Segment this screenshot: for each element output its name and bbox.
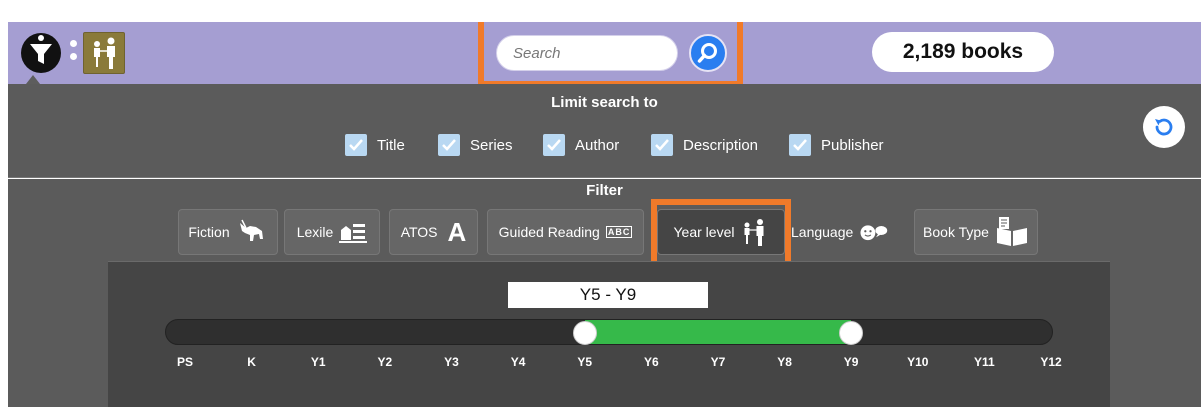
top-bar: 2,189 books: [8, 22, 1201, 87]
filter-title: Filter: [586, 182, 623, 199]
filter-guided-reading-label: Guided Reading: [498, 224, 600, 240]
year-tick-label: K: [247, 355, 256, 369]
filter-book-type-label: Book Type: [923, 224, 989, 240]
checkbox-author-label: Author: [575, 136, 620, 154]
reset-button[interactable]: [1143, 106, 1185, 148]
year-range-end-handle[interactable]: [839, 321, 864, 345]
year-range-start-handle[interactable]: [572, 321, 597, 345]
abc-blocks-icon: ABC: [605, 226, 633, 238]
year-tick-label: Y8: [777, 355, 792, 369]
checkbox-series[interactable]: Series: [438, 133, 513, 157]
year-range-track[interactable]: [165, 319, 1053, 345]
checkbox-title[interactable]: Title: [345, 133, 405, 157]
checkbox-publisher[interactable]: Publisher: [789, 133, 884, 157]
app-frame: 2,189 books Limit search to Title Series…: [8, 22, 1201, 407]
year-tick-label: Y6: [643, 355, 659, 369]
checkbox-description-label: Description: [683, 136, 759, 154]
filter-fiction-button[interactable]: Fiction: [178, 209, 278, 255]
filter-atos-button[interactable]: ATOS A: [389, 209, 478, 255]
limit-search-panel: Limit search to Title Series Author Desc…: [8, 84, 1201, 178]
year-tick-label: Y12: [1040, 355, 1062, 369]
year-tick-label: PS: [176, 355, 193, 369]
checkmark-icon: [789, 134, 811, 156]
filter-lexile-button[interactable]: Lexile: [284, 209, 380, 255]
refresh-icon: [1155, 118, 1173, 136]
year-tick-label: Y1: [310, 355, 326, 369]
menu-pointer-caret: [26, 75, 40, 84]
year-tick-label: Y4: [510, 355, 526, 369]
filter-funnel-logo-icon[interactable]: [18, 30, 64, 76]
filter-atos-label: ATOS: [400, 224, 438, 240]
open-book-icon: [996, 217, 1027, 246]
year-range-label: Y5 - Y9: [508, 282, 708, 308]
checkbox-series-label: Series: [470, 136, 513, 154]
filter-language-button[interactable]: Language: [790, 209, 890, 255]
year-tick-label: Y11: [974, 355, 995, 369]
checkmark-icon: [345, 134, 367, 156]
filter-panel: Filter Fiction Lexile ATOS A Guided Read…: [8, 179, 1201, 407]
checkbox-title-label: Title: [377, 136, 405, 154]
books-icon: [339, 224, 368, 243]
year-tick-label: Y9: [843, 355, 859, 369]
filter-fiction-label: Fiction: [188, 224, 230, 240]
filter-language-label: Language: [791, 224, 854, 240]
year-tick-label: Y10: [907, 355, 929, 369]
year-tick-label: Y2: [377, 355, 393, 369]
year-tick-label: Y7: [710, 355, 726, 369]
year-range-fill: [584, 320, 852, 344]
unicorn-icon: [239, 219, 263, 241]
year-tick-label: Y5: [577, 355, 593, 369]
filter-lexile-label: Lexile: [296, 224, 334, 240]
letter-a-icon: A: [447, 216, 467, 247]
year-level-slider-panel: Y5 - Y9 PS K Y1 Y2 Y3 Y4 Y5 Y6 Y7 Y8 Y9 Y10 Y11 Y12: [108, 261, 1110, 407]
limit-search-title: Limit search to: [551, 94, 658, 111]
search-highlight-box: [478, 22, 743, 87]
checkbox-description[interactable]: Description: [651, 133, 758, 157]
separator-dots-icon: [70, 40, 78, 62]
checkbox-author[interactable]: Author: [543, 133, 619, 157]
checkmark-icon: [438, 134, 460, 156]
checkmark-icon: [651, 134, 673, 156]
book-count-badge: 2,189 books: [872, 32, 1054, 72]
speech-face-icon: [860, 225, 888, 241]
filter-book-type-button[interactable]: Book Type: [914, 209, 1038, 255]
filter-guided-reading-button[interactable]: Guided Reading ABC: [487, 209, 644, 255]
checkmark-icon: [543, 134, 565, 156]
year-tick-label: Y3: [444, 355, 459, 369]
active-filter-year-level-icon[interactable]: [83, 32, 125, 74]
checkbox-publisher-label: Publisher: [821, 136, 884, 154]
